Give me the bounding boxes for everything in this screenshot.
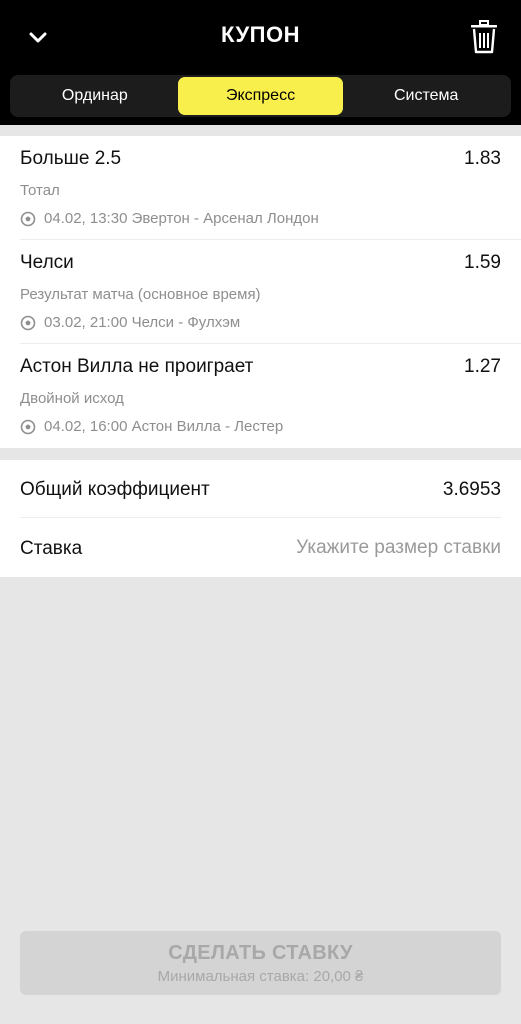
total-odds-label: Общий коэффициент xyxy=(20,479,210,500)
bet-event-text: 04.02, 16:00 Астон Вилла - Лестер xyxy=(44,418,284,435)
place-bet-label: СДЕЛАТЬ СТАВКУ xyxy=(168,941,353,964)
bet-selection: Челси xyxy=(20,252,74,273)
stake-input[interactable]: Укажите размер ставки xyxy=(296,537,501,559)
bet-odd: 1.59 xyxy=(464,252,501,273)
stake-label: Ставка xyxy=(20,538,83,559)
top-bar: КУПОН Ординар Экспресс Система xyxy=(0,0,521,125)
bet-event: 03.02, 21:00 Челси - Фулхэм xyxy=(20,314,240,331)
bet-event: 04.02, 16:00 Астон Вилла - Лестер xyxy=(20,418,283,435)
tab-system[interactable]: Система xyxy=(343,77,509,115)
clear-coupon-button[interactable] xyxy=(466,18,502,56)
bet-event-text: 04.02, 13:30 Эвертон - Арсенал Лондон xyxy=(44,210,319,227)
bet-market: Результат матча (основное время) xyxy=(20,286,261,303)
tab-express[interactable]: Экспресс xyxy=(177,77,344,115)
page-title: КУПОН xyxy=(221,22,300,47)
bet-odd: 1.83 xyxy=(464,148,501,169)
trash-icon xyxy=(471,20,497,54)
soccer-ball-icon xyxy=(20,315,36,330)
coupon-summary: Общий коэффициент 3.6953 Ставка Укажите … xyxy=(0,460,521,577)
bet-selection: Астон Вилла не проиграет xyxy=(20,356,254,377)
min-stake-text: Минимальная ставка: 20,00 ₴ xyxy=(157,967,364,985)
bet-market: Тотал xyxy=(20,182,60,199)
tab-single[interactable]: Ординар xyxy=(12,77,178,115)
bet-item[interactable]: Больше 2.5 1.83 Тотал 04.02, 13:30 Эверт… xyxy=(0,136,521,240)
bet-item[interactable]: Астон Вилла не проиграет 1.27 Двойной ис… xyxy=(0,344,521,448)
stake-row[interactable]: Ставка Укажите размер ставки xyxy=(0,519,521,577)
divider xyxy=(20,517,501,518)
bet-odd: 1.27 xyxy=(464,356,501,377)
bet-event-text: 03.02, 21:00 Челси - Фулхэм xyxy=(44,314,241,331)
bet-event: 04.02, 13:30 Эвертон - Арсенал Лондон xyxy=(20,210,319,227)
total-odds-row: Общий коэффициент 3.6953 xyxy=(0,460,521,518)
soccer-ball-icon xyxy=(20,419,36,434)
bet-type-tabs: Ординар Экспресс Система xyxy=(10,75,511,117)
total-odds-value: 3.6953 xyxy=(442,479,501,500)
bet-list: Больше 2.5 1.83 Тотал 04.02, 13:30 Эверт… xyxy=(0,136,521,448)
bet-item[interactable]: Челси 1.59 Результат матча (основное вре… xyxy=(0,240,521,344)
soccer-ball-icon xyxy=(20,211,36,226)
place-bet-button[interactable]: СДЕЛАТЬ СТАВКУ Минимальная ставка: 20,00… xyxy=(20,931,501,995)
bet-market: Двойной исход xyxy=(20,390,124,407)
bet-selection: Больше 2.5 xyxy=(20,148,122,169)
